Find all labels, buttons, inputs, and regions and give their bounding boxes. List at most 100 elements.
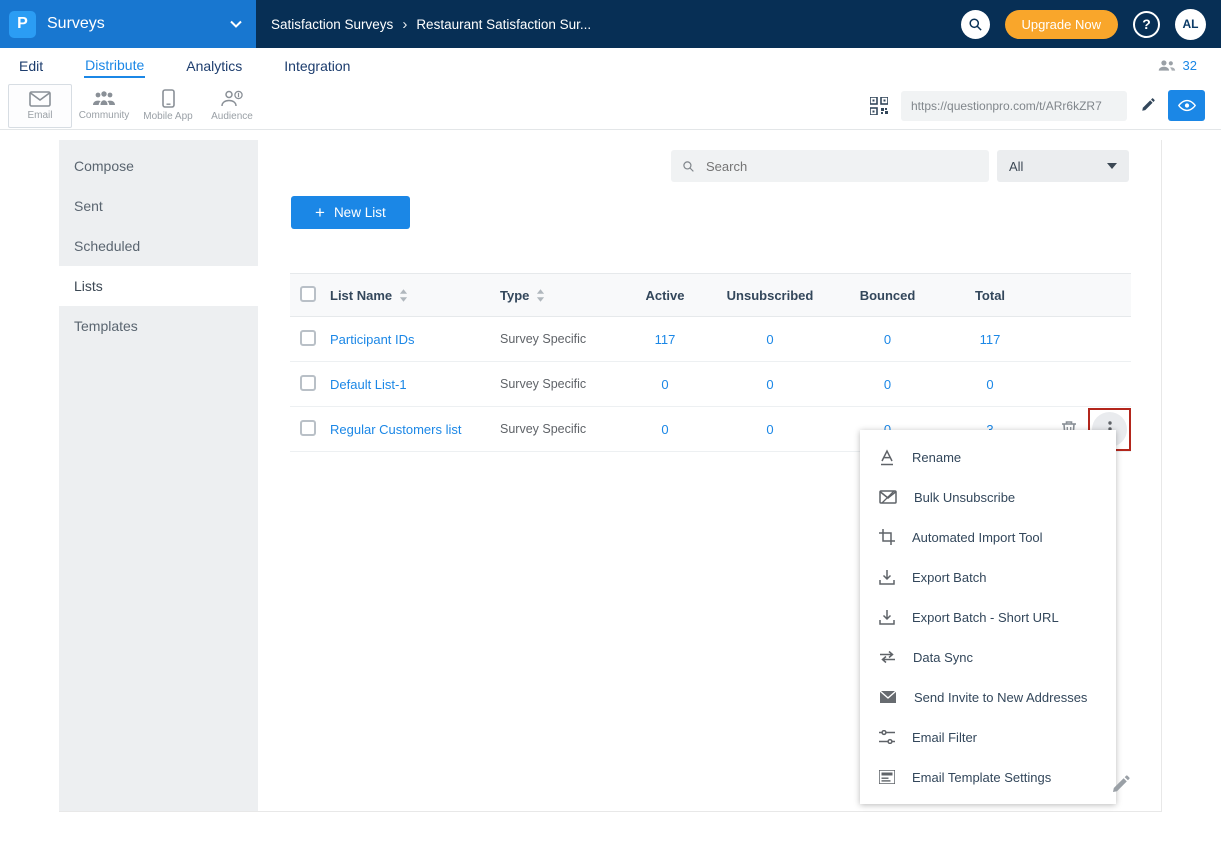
product-switcher[interactable]: P Surveys [0,0,256,48]
topbar-actions: Upgrade Now ? AL [961,9,1221,40]
app-name: Surveys [47,15,105,33]
unsubscribed-count[interactable]: 0 [710,422,830,437]
row-checkbox[interactable] [300,375,316,391]
community-icon [92,90,116,107]
import-crop-icon [879,529,895,545]
breadcrumb: Satisfaction Surveys › Restaurant Satisf… [271,16,591,33]
sort-icon[interactable] [399,289,408,302]
rename-icon [879,449,895,466]
sidebar-item-templates[interactable]: Templates [59,306,258,346]
edit-url-button[interactable] [1140,98,1155,113]
channel-label: Email [27,110,52,121]
sidebar-item-sent[interactable]: Sent [59,186,258,226]
survey-url-tools [870,90,1205,121]
sync-icon [879,650,896,664]
tab-distribute[interactable]: Distribute [84,52,145,78]
menu-item-label: Bulk Unsubscribe [914,490,1015,505]
total-count[interactable]: 117 [945,332,1035,347]
pencil-icon [1140,98,1155,113]
chevron-down-icon [1107,163,1117,169]
breadcrumb-separator: › [402,16,407,33]
download-icon [879,609,895,625]
breadcrumb-survey-name[interactable]: Restaurant Satisfaction Sur... [416,17,591,32]
row-checkbox[interactable] [300,420,316,436]
search-icon [682,160,695,173]
menu-item-send-invite-new-addresses[interactable]: Send Invite to New Addresses [860,677,1116,717]
menu-item-export-batch[interactable]: Export Batch [860,557,1116,597]
mail-icon [879,690,897,704]
header-bounced: Bounced [830,288,945,303]
menu-item-data-sync[interactable]: Data Sync [860,637,1116,677]
chevron-down-icon[interactable] [230,20,242,28]
channel-label: Community [79,110,130,121]
distribute-sidebar: Compose Sent Scheduled Lists Templates [59,140,258,811]
table-row: Default List-1 Survey Specific 0 0 0 0 [290,362,1131,407]
tab-analytics[interactable]: Analytics [185,53,243,77]
list-name-link[interactable]: Regular Customers list [330,422,462,437]
download-icon [879,569,895,585]
preview-button[interactable] [1168,90,1205,121]
table-row: Participant IDs Survey Specific 117 0 0 … [290,317,1131,362]
total-count[interactable]: 0 [945,377,1035,392]
upgrade-now-button[interactable]: Upgrade Now [1005,10,1119,39]
sort-icon[interactable] [536,289,545,302]
menu-item-bulk-unsubscribe[interactable]: Bulk Unsubscribe [860,477,1116,517]
mobile-icon [162,89,175,108]
active-count[interactable]: 117 [620,332,710,347]
pencil-icon [1110,775,1130,795]
breadcrumb-survey-folder[interactable]: Satisfaction Surveys [271,17,393,32]
row-checkbox[interactable] [300,330,316,346]
header-active: Active [620,288,710,303]
menu-item-export-batch-short-url[interactable]: Export Batch - Short URL [860,597,1116,637]
list-type-filter[interactable]: All [997,150,1129,182]
menu-item-label: Export Batch [912,570,986,585]
menu-item-email-filter[interactable]: Email Filter [860,717,1116,757]
menu-item-label: Export Batch - Short URL [912,610,1059,625]
menu-item-rename[interactable]: Rename [860,437,1116,477]
unsubscribed-count[interactable]: 0 [710,377,830,392]
list-type: Survey Specific [500,332,620,346]
new-list-button[interactable]: + New List [291,196,410,229]
feedback-edit-button[interactable] [1104,774,1136,796]
active-count[interactable]: 0 [620,377,710,392]
sidebar-item-scheduled[interactable]: Scheduled [59,226,258,266]
channel-mobile-app[interactable]: Mobile App [136,84,200,128]
menu-item-email-template-settings[interactable]: Email Template Settings [860,757,1116,797]
menu-item-automated-import-tool[interactable]: Automated Import Tool [860,517,1116,557]
unsubscribed-count[interactable]: 0 [710,332,830,347]
menu-item-label: Send Invite to New Addresses [914,690,1087,705]
list-search [671,150,989,182]
channel-email[interactable]: Email [8,84,72,128]
questionpro-logo: P [9,11,36,38]
channel-audience[interactable]: Audience [200,84,264,128]
help-button[interactable]: ? [1133,11,1160,38]
collaborators[interactable]: 32 [1157,58,1197,73]
survey-url-input[interactable] [901,91,1127,121]
tab-edit[interactable]: Edit [18,53,44,77]
main-area: Compose Sent Scheduled Lists Templates A… [59,140,1162,812]
list-filter-row: All [258,140,1161,182]
list-search-input[interactable] [704,158,978,175]
bounced-count[interactable]: 0 [830,332,945,347]
list-type: Survey Specific [500,377,620,391]
sidebar-item-lists[interactable]: Lists [59,266,258,306]
select-all-checkbox[interactable] [300,286,316,302]
table-header-row: List Name Type Active Unsubscribed Bounc… [290,273,1131,317]
channel-community[interactable]: Community [72,84,136,128]
lists-table: List Name Type Active Unsubscribed Bounc… [290,273,1131,452]
avatar[interactable]: AL [1175,9,1206,40]
list-name-link[interactable]: Default List-1 [330,377,407,392]
filter-value: All [1009,159,1023,174]
tab-integration[interactable]: Integration [283,53,351,77]
distribute-toolbar: Email Community Mobile App Audience [0,82,1221,130]
global-search-button[interactable] [961,10,990,39]
qr-code-button[interactable] [870,97,888,115]
sidebar-item-compose[interactable]: Compose [59,146,258,186]
menu-item-label: Data Sync [913,650,973,665]
bounced-count[interactable]: 0 [830,377,945,392]
active-count[interactable]: 0 [620,422,710,437]
channel-label: Audience [211,111,253,122]
plus-icon: + [315,204,325,221]
list-name-link[interactable]: Participant IDs [330,332,415,347]
menu-item-label: Email Template Settings [912,770,1051,785]
